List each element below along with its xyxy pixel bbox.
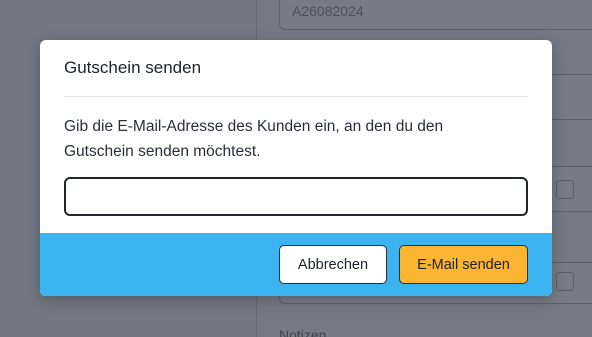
notes-label: Notizen (279, 327, 327, 337)
trash-icon (556, 272, 574, 291)
email-input[interactable] (64, 177, 528, 216)
send-voucher-dialog: Gutschein senden Gib die E-Mail-Adresse … (40, 40, 552, 296)
send-email-button[interactable]: E-Mail senden (399, 245, 528, 284)
dialog-title: Gutschein senden (64, 58, 202, 77)
dialog-footer: Abbrechen E-Mail senden (40, 233, 552, 296)
order-code-value: A26082024 (292, 3, 364, 19)
cancel-button[interactable]: Abbrechen (279, 245, 387, 284)
calendar-icon (556, 180, 574, 199)
dialog-description: Gib die E-Mail-Adresse des Kunden ein, a… (64, 118, 444, 160)
dialog-divider (64, 96, 528, 97)
